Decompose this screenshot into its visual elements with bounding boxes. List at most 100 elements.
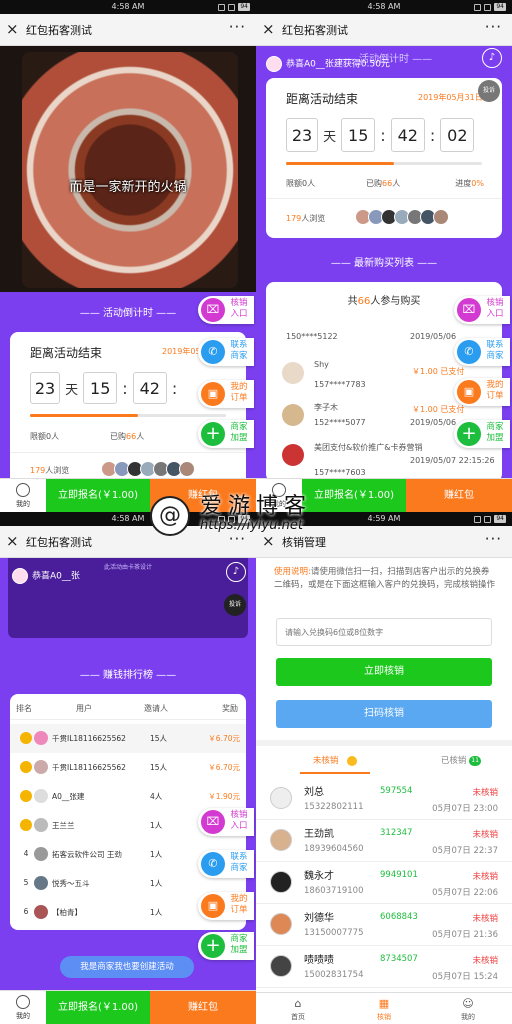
signup-button[interactable]: 立即报名(￥1.00) [302, 479, 406, 512]
progress-value: 0% [471, 179, 484, 188]
more-icon[interactable]: ··· [485, 530, 502, 548]
rank-cell [20, 790, 32, 802]
list-item[interactable]: 刘德华 13150007775 6068843 未核销 05月07日 21:36 [256, 904, 512, 946]
more-icon[interactable]: ··· [485, 18, 502, 36]
congrats-ticker: 恭喜A0__张建获得0.50元 [266, 56, 390, 72]
latest-header-text: 最新购买列表 [354, 258, 414, 269]
close-icon[interactable]: × [6, 531, 19, 551]
music-icon[interactable]: ♪ [226, 562, 246, 582]
side-btn-join[interactable]: + 商家加盟 [198, 932, 254, 960]
more-icon[interactable]: ··· [229, 530, 246, 548]
minutes-box: 42 [390, 118, 425, 152]
order-date: 05月07日 21:36 [432, 930, 498, 940]
countdown-card: 距离活动结束 2019年05月31日 投诉 23 天 15 : 42 : 02 … [266, 78, 502, 238]
status-bar: 4:58 AM 94 [0, 512, 256, 526]
side-btn-verify-entry[interactable]: ⌧ 核销入口 [454, 296, 510, 324]
rank-invites: 4人 [150, 792, 163, 801]
close-icon[interactable]: × [6, 19, 19, 39]
side-btn-join[interactable]: + 商家加盟 [454, 420, 510, 448]
create-activity-button[interactable]: 我是商家我也要创建活动 [60, 956, 194, 978]
avatar [34, 818, 48, 832]
buyer-phone: 157****7603 [314, 468, 366, 477]
me-tab[interactable]: 我的 [0, 991, 46, 1024]
side-label: 我的订单 [486, 380, 504, 401]
status-badge: 未核销 [472, 956, 498, 966]
video-player[interactable]: 而是一家新开的火锅 [0, 46, 256, 292]
redeem-code-input[interactable] [276, 618, 492, 646]
buyer-name: Shy [314, 360, 329, 369]
side-btn-orders[interactable]: ▣ 我的订单 [454, 378, 510, 406]
side-btn-verify-entry[interactable]: ⌧ 核销入口 [198, 808, 254, 836]
me-tab[interactable]: 我的 [0, 479, 46, 512]
days-unit: 天 [65, 383, 79, 398]
redeem-code: 6068843 [380, 912, 418, 922]
side-btn-contact[interactable]: ✆ 联系商家 [198, 850, 254, 878]
progress-label: 进度0% [455, 178, 484, 189]
count-suffix: 人参与购买 [370, 296, 421, 307]
side-btn-orders[interactable]: ▣ 我的订单 [198, 892, 254, 920]
complaint-badge[interactable]: 投诉 [224, 594, 246, 616]
side-btn-contact[interactable]: ✆ 联系商家 [198, 338, 254, 366]
tab-unverified[interactable]: 未核销 [300, 748, 370, 774]
plus-icon: + [201, 422, 225, 446]
rank-invites: 1人 [150, 879, 163, 888]
user-icon [16, 483, 30, 497]
music-icon[interactable]: ♪ [482, 48, 502, 68]
sold-suffix: 人 [136, 432, 145, 441]
side-btn-verify-entry[interactable]: ⌧ 核销入口 [198, 296, 254, 324]
order-date: 05月07日 22:37 [432, 846, 498, 856]
views-text: 179人浏览 [30, 465, 69, 476]
complaint-badge[interactable]: 投诉 [478, 80, 500, 102]
progress-fill [30, 414, 138, 417]
tab-label: 核销 [377, 1013, 391, 1021]
video-caption: 而是一家新开的火锅 [69, 180, 187, 195]
tab-home[interactable]: ⌂ 首页 [276, 995, 320, 1022]
rank-cell [20, 819, 32, 831]
tab-verify[interactable]: ▦ 核销 [362, 995, 406, 1022]
list-item[interactable]: 魏永才 18603719100 9949101 未核销 05月07日 22:06 [256, 862, 512, 904]
signup-button[interactable]: 立即报名(￥1.00) [46, 991, 150, 1024]
close-icon[interactable]: × [262, 531, 275, 551]
list-item[interactable]: 刘总 15322802111 597554 未核销 05月07日 23:00 [256, 778, 512, 820]
plus-icon: + [201, 934, 225, 958]
list-item[interactable]: 王劲凯 18939604560 312347 未核销 05月07日 22:37 [256, 820, 512, 862]
sold-prefix: 已购 [110, 432, 126, 441]
status-bar: 4:59 AM 94 [256, 512, 512, 526]
viewer-avatars [355, 209, 449, 229]
more-icon[interactable]: ··· [229, 18, 246, 36]
redpack-button[interactable]: 赚红包 [150, 991, 256, 1024]
scan-verify-button[interactable]: 扫码核销 [276, 700, 492, 728]
tab-label: 首页 [291, 1013, 305, 1021]
buy-amount: ￥1.00 已支付 [412, 367, 465, 376]
rank-cell: 5 [23, 878, 29, 887]
me-tab[interactable]: 我的 [256, 479, 302, 512]
tab-me[interactable]: ☺ 我的 [446, 995, 490, 1022]
side-btn-contact[interactable]: ✆ 联系商家 [454, 338, 510, 366]
bottom-action-bar: 我的 立即报名(￥1.00) 赚红包 [0, 990, 256, 1024]
redpack-button[interactable]: 赚红包 [406, 479, 512, 512]
avatar [270, 913, 292, 935]
days-unit: 天 [323, 130, 337, 145]
battery-level: 94 [494, 515, 506, 523]
redpack-button[interactable]: 赚红包 [150, 479, 256, 512]
list-item[interactable]: 啧啧啧 15002831754 8734507 未核销 05月07日 15:24 [256, 946, 512, 988]
rank-reward: ￥6.70元 [208, 763, 240, 772]
instructions: 使用说明:请使用微信扫一扫，扫描到店客户出示的兑换券二维码，或是在下面这框输入客… [274, 566, 496, 592]
verify-icon: ⌧ [457, 298, 481, 322]
signup-button[interactable]: 立即报名(￥1.00) [46, 479, 150, 512]
divider [256, 740, 512, 746]
side-btn-orders[interactable]: ▣ 我的订单 [198, 380, 254, 408]
verify-now-button[interactable]: 立即核销 [276, 658, 492, 686]
tab-verified[interactable]: 已核销 11 [426, 748, 496, 774]
countdown-timer: 23 天 15 : 42 : 02 [286, 118, 475, 152]
close-icon[interactable]: × [262, 19, 275, 39]
redeem-code: 597554 [380, 786, 413, 796]
side-label: 我的订单 [230, 382, 248, 403]
customer-phone: 18939604560 [304, 844, 364, 854]
side-btn-join[interactable]: + 商家加盟 [198, 420, 254, 448]
views-row: 179人浏览 [266, 198, 502, 236]
countdown-date: 2019年05 [162, 347, 201, 356]
views-text: 179人浏览 [286, 213, 325, 224]
redeem-code: 8734507 [380, 954, 418, 964]
side-label: 核销入口 [230, 810, 248, 831]
